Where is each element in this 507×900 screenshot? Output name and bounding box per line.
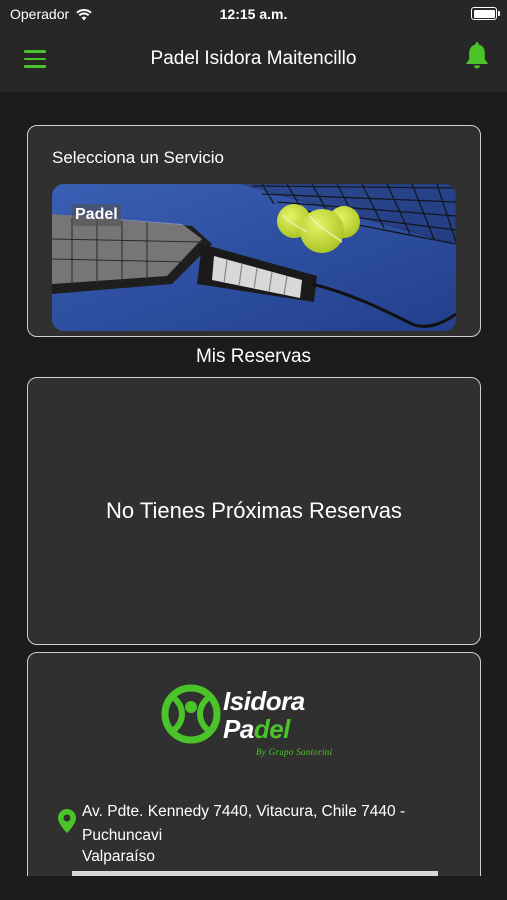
padel-service-tile[interactable]: Padel — [52, 184, 456, 331]
club-logo: Isidora Padel By Grupo Santorini — [161, 683, 351, 763]
logo-text-padel: Padel — [223, 714, 290, 745]
status-bar: Operador 12:15 a.m. — [0, 0, 507, 28]
nav-bar: Padel Isidora Maitencillo — [0, 28, 507, 92]
club-info-card: Isidora Padel By Grupo Santorini Av. Pdt… — [27, 652, 481, 900]
service-label: Padel — [72, 204, 121, 226]
empty-reservas-message: No Tienes Próximas Reservas — [106, 498, 402, 523]
service-card-title: Selecciona un Servicio — [52, 148, 224, 167]
status-time: 12:15 a.m. — [219, 6, 288, 22]
battery-icon — [471, 7, 500, 20]
padel-ball-logo-icon — [161, 684, 221, 744]
logo-subtitle: By Grupo Santorini — [256, 747, 333, 757]
logo-text-del: del — [253, 714, 291, 744]
logo-text-isidora: Isidora — [223, 686, 305, 716]
bell-icon[interactable] — [464, 40, 490, 70]
reservas-card: No Tienes Próximas Reservas — [27, 377, 481, 645]
page-title: Padel Isidora Maitencillo — [150, 48, 357, 69]
location-pin-icon — [58, 809, 76, 833]
section-title-reservas: Mis Reservas — [195, 346, 312, 367]
bottom-safe-area — [0, 876, 507, 900]
logo-text-pa: Pa — [223, 714, 254, 744]
club-address: Av. Pdte. Kennedy 7440, Vitacura, Chile … — [82, 803, 406, 844]
club-region: Valparaíso — [82, 848, 155, 865]
service-card: Selecciona un Servicio Padel — [27, 125, 481, 337]
